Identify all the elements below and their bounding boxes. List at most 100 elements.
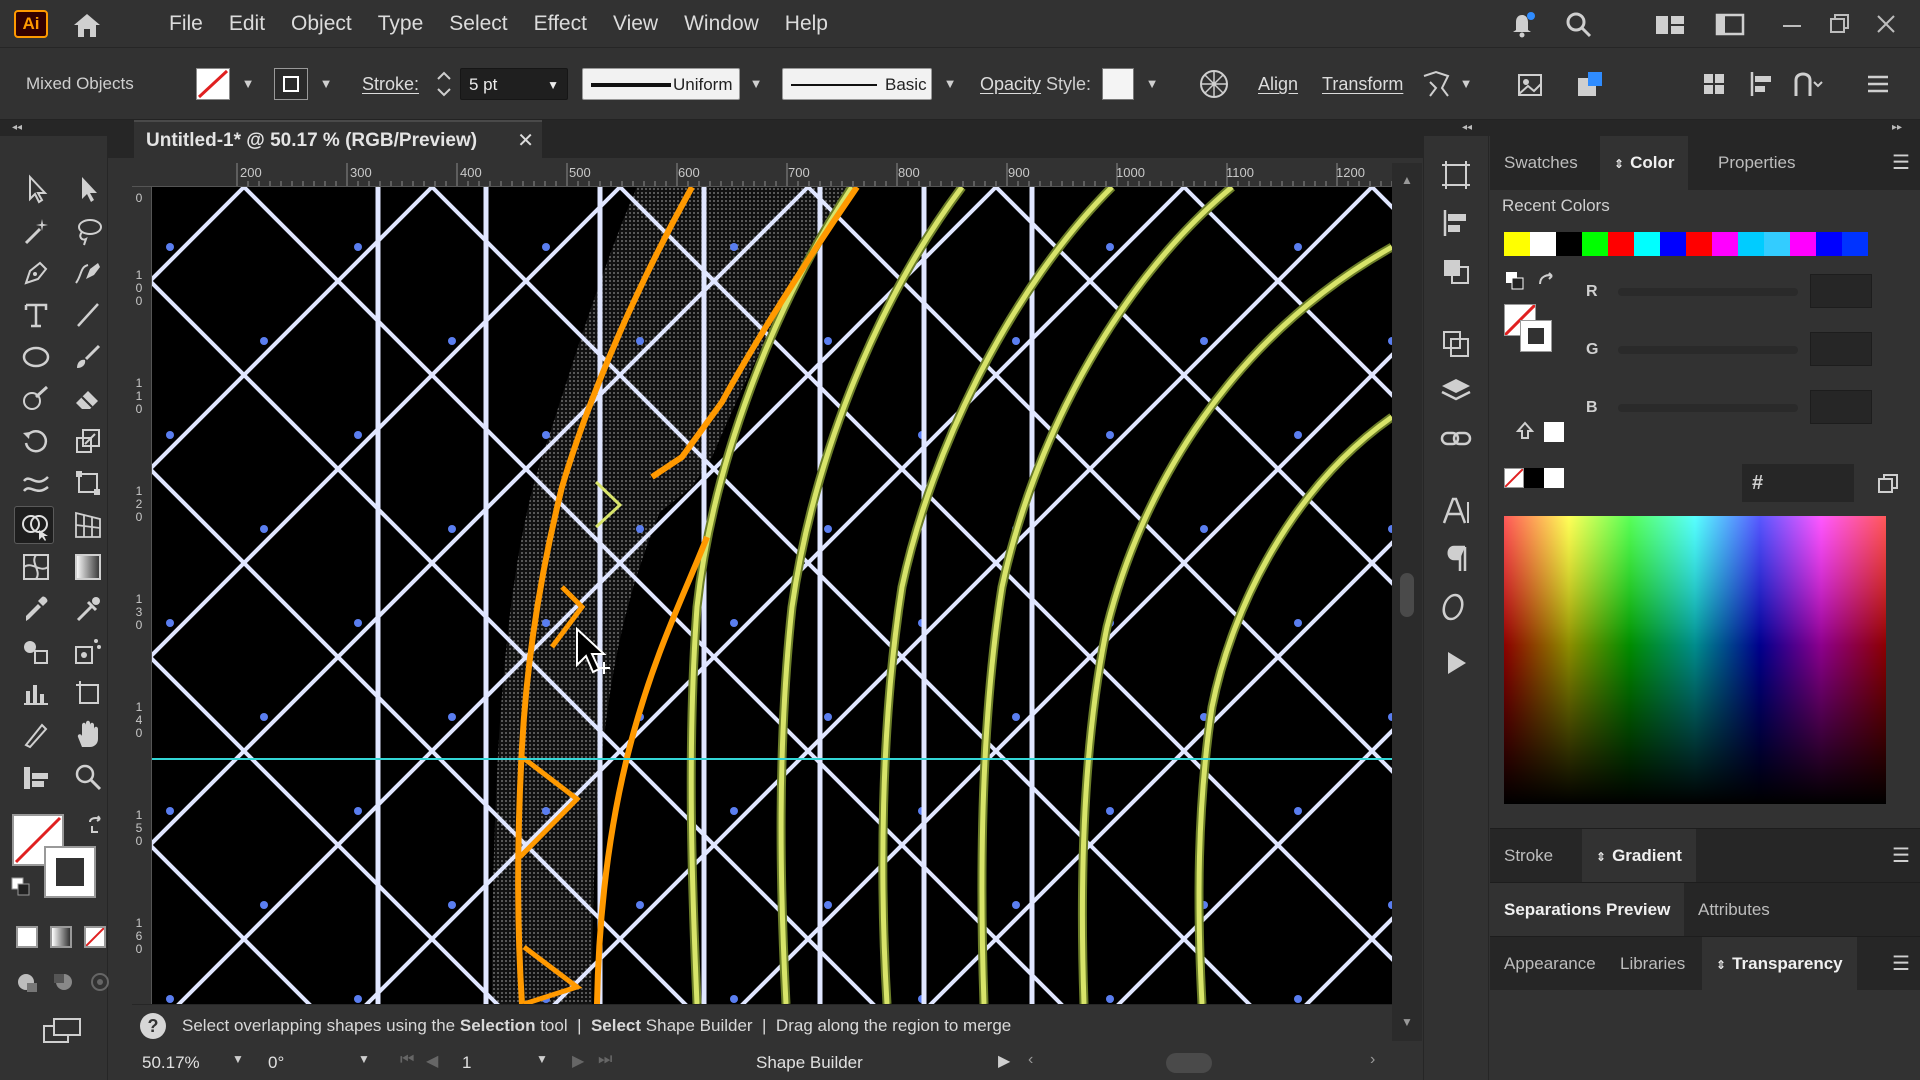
recent-color-swatch[interactable] [1530,232,1556,256]
rotate-tool[interactable] [16,422,56,460]
variable-width-profile-dropdown[interactable]: Uniform [582,68,740,100]
rotation-field[interactable]: 0° [268,1049,284,1077]
collapse-toolbar-icon[interactable]: ◂◂ [12,120,22,136]
magic-wand-tool[interactable] [16,212,56,250]
rotation-dropdown-caret[interactable]: ▼ [358,1052,370,1066]
status-menu-arrow-icon[interactable]: ▶ [998,1051,1010,1071]
stroke-weight-stepper-icon[interactable] [432,66,456,102]
puppet-warp-tool[interactable] [16,464,56,502]
next-artboard-icon[interactable]: ▶ [572,1051,584,1071]
line-segment-tool[interactable] [68,296,108,334]
panel-options-menu-icon[interactable]: ☰ [1892,843,1910,868]
tab-libraries[interactable]: Libraries [1606,937,1699,991]
none-mode-button[interactable] [84,926,106,948]
document-tab[interactable]: Untitled-1* @ 50.17 % (RGB/Preview) ✕ [134,120,542,158]
recolor-artwork-icon[interactable] [1196,66,1232,102]
stroke-dropdown-caret[interactable]: ▼ [316,74,336,94]
menu-view[interactable]: View [600,0,671,48]
isolate-group-icon[interactable] [1572,66,1608,102]
draw-normal-icon[interactable] [14,970,42,994]
transform-panel-icon[interactable] [1438,326,1474,360]
blue-value-field[interactable] [1810,390,1872,424]
recent-color-swatch[interactable] [1686,232,1712,256]
tab-attributes[interactable]: Attributes [1684,883,1784,937]
workspace-switcher-icon[interactable] [1654,10,1686,38]
recent-color-swatch[interactable] [1842,232,1868,256]
selection-tool[interactable] [16,170,56,208]
draw-behind-icon[interactable] [50,970,78,994]
collapse-icon-panel-icon[interactable]: ◂◂ [1462,120,1472,136]
eraser-tool[interactable] [68,380,108,418]
recent-color-swatch[interactable] [1660,232,1686,256]
collapse-right-panel-icon[interactable]: ▸▸ [1892,120,1902,136]
black-swatch[interactable] [1524,468,1544,488]
red-slider[interactable] [1618,288,1798,296]
change-screen-mode-icon[interactable] [42,1016,82,1046]
shaper-tool[interactable] [16,380,56,418]
menu-file[interactable]: File [156,0,216,48]
red-value-field[interactable] [1810,274,1872,308]
shape-builder-tool[interactable] [14,506,54,544]
home-icon[interactable] [70,11,104,39]
menu-help[interactable]: Help [772,0,841,48]
image-trace-icon[interactable] [1512,66,1548,102]
out-of-gamut-warning-icon[interactable] [1514,420,1536,442]
links-panel-icon[interactable] [1438,422,1474,456]
transform-label[interactable]: Transform [1322,48,1403,120]
menu-window[interactable]: Window [671,0,772,48]
tab-swatches[interactable]: Swatches [1490,136,1592,190]
vertical-scrollbar[interactable]: ▲ ▼ [1392,163,1422,1041]
scroll-down-icon[interactable]: ▼ [1401,1015,1413,1029]
close-tab-icon[interactable]: ✕ [517,122,534,160]
actions-play-icon[interactable] [1438,646,1474,680]
first-artboard-icon[interactable]: ⏮ [400,1051,414,1069]
pen-tool[interactable] [16,254,56,292]
tab-color[interactable]: ⇕ Color [1600,136,1689,190]
character-panel-icon[interactable] [1438,494,1474,528]
slice-tool[interactable] [16,716,56,754]
layers-panel-icon[interactable] [1438,374,1474,408]
menu-effect[interactable]: Effect [521,0,600,48]
default-fill-stroke-icon[interactable] [10,876,32,898]
recent-color-swatch[interactable] [1816,232,1842,256]
minimize-icon[interactable] [1780,10,1804,38]
opentype-panel-icon[interactable] [1438,590,1474,624]
last-artboard-icon[interactable]: ⏭ [598,1051,612,1069]
style-dropdown-caret[interactable]: ▼ [1142,74,1162,94]
type-tool[interactable] [16,296,56,334]
recent-color-swatch[interactable] [1764,232,1790,256]
opacity-label[interactable]: Opacity [980,48,1041,120]
mesh-tool[interactable] [16,548,56,586]
artboard-dropdown-caret[interactable]: ▼ [536,1052,548,1066]
tab-gradient[interactable]: ⇕ Gradient [1582,829,1696,883]
fill-dropdown-caret[interactable]: ▼ [238,74,258,94]
curvature-tool[interactable] [68,254,108,292]
green-slider[interactable] [1618,346,1798,354]
puppet-warp-icon[interactable] [1418,66,1454,102]
color-spectrum-picker[interactable] [1504,516,1886,804]
menu-object[interactable]: Object [278,0,365,48]
align-panel-icon[interactable] [1438,206,1474,240]
recent-color-swatch[interactable] [1712,232,1738,256]
warp-dropdown-caret[interactable]: ▼ [1456,74,1476,94]
measure-tool[interactable] [68,590,108,628]
tab-transparency[interactable]: ⇕ Transparency [1702,937,1857,991]
scroll-right-icon[interactable]: › [1370,1051,1375,1069]
zoom-dropdown-caret[interactable]: ▼ [232,1052,244,1066]
print-tiling-tool[interactable] [16,758,56,796]
default-colors-icon[interactable] [1504,270,1526,292]
swap-colors-icon[interactable] [1536,270,1558,292]
stroke-label[interactable]: Stroke: [362,48,419,120]
zoom-tool[interactable] [68,758,108,796]
graphic-style-swatch[interactable] [1102,68,1134,100]
arrange-objects-icon[interactable] [1696,66,1732,102]
paintbrush-tool[interactable] [68,338,108,376]
stroke-swatch[interactable] [274,68,308,100]
menu-select[interactable]: Select [436,0,520,48]
help-icon[interactable]: ? [140,1013,166,1039]
tab-separations-preview[interactable]: Separations Preview [1490,883,1685,937]
menu-type[interactable]: Type [365,0,437,48]
notification-bell-icon[interactable] [1508,10,1538,38]
blend-tool[interactable] [16,632,56,670]
gradient-mode-button[interactable] [50,926,72,948]
